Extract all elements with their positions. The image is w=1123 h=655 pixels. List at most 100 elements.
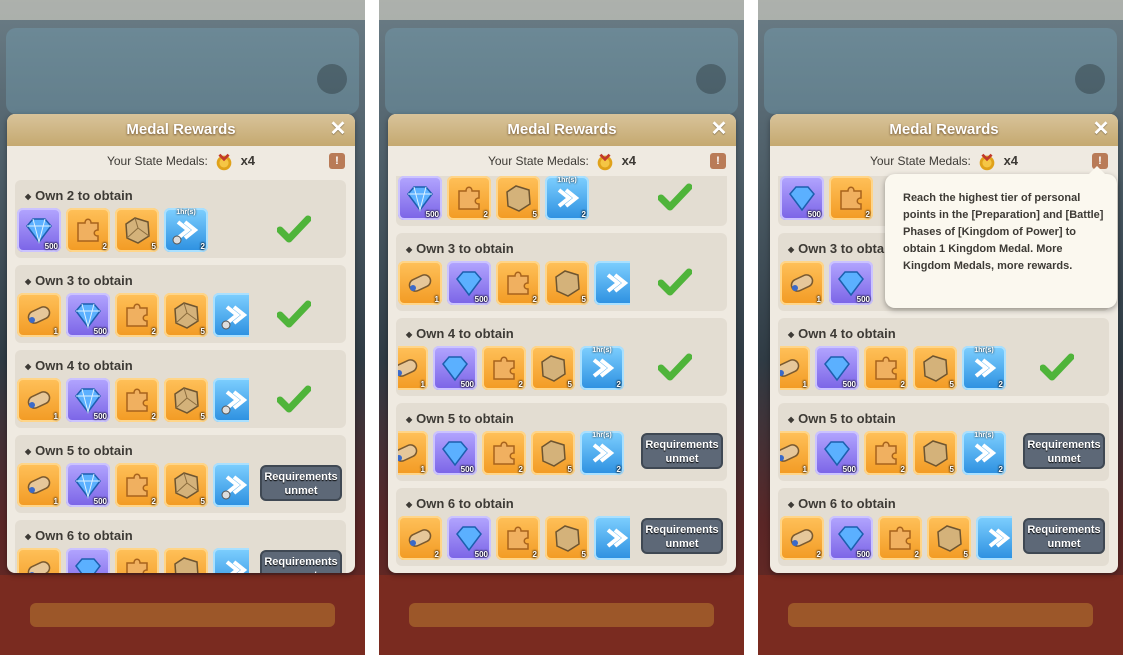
- reward-item[interactable]: 1hr(s) 2: [580, 346, 624, 390]
- reward-item[interactable]: 5: [164, 378, 208, 422]
- close-button[interactable]: ✕: [329, 119, 347, 139]
- reward-item[interactable]: 5: [913, 431, 957, 475]
- bullet-icon: ◆: [406, 415, 413, 425]
- reward-item[interactable]: [115, 548, 159, 573]
- item-quantity: 1: [420, 465, 425, 474]
- close-button[interactable]: ✕: [1092, 119, 1110, 139]
- requirements-unmet-button[interactable]: Requirements unmet: [260, 465, 342, 501]
- claimed-check-icon: [1040, 353, 1074, 381]
- reward-item[interactable]: 2: [482, 431, 526, 475]
- puzzle-piece-icon: [875, 356, 897, 380]
- reward-item[interactable]: 2: [66, 208, 110, 252]
- claimed-check-icon: [277, 215, 311, 243]
- reward-item[interactable]: [17, 548, 61, 573]
- stone-chunk-icon: [174, 557, 199, 573]
- reward-item[interactable]: [213, 463, 249, 507]
- info-button[interactable]: !: [329, 153, 345, 169]
- reward-item[interactable]: 2: [496, 261, 540, 305]
- reward-item[interactable]: [594, 516, 630, 560]
- item-quantity: 2: [532, 295, 537, 304]
- reward-item[interactable]: 5: [545, 261, 589, 305]
- reward-item[interactable]: [213, 548, 249, 573]
- reward-item[interactable]: 1: [780, 431, 810, 475]
- requirements-unmet-button[interactable]: Requirements unmet: [1023, 433, 1105, 469]
- reward-item[interactable]: 5: [164, 293, 208, 337]
- reward-item[interactable]: 500: [398, 176, 442, 220]
- requirements-unmet-button[interactable]: Requirements unmet: [260, 550, 342, 573]
- reward-item[interactable]: 500: [447, 516, 491, 560]
- puzzle-piece-icon: [126, 473, 148, 497]
- reward-item[interactable]: 2: [115, 463, 159, 507]
- reward-item[interactable]: 1: [780, 346, 810, 390]
- reward-item[interactable]: 5: [927, 516, 971, 560]
- reward-item[interactable]: [594, 261, 630, 305]
- reward-item[interactable]: 5: [531, 346, 575, 390]
- reward-item[interactable]: 500: [829, 516, 873, 560]
- reward-item[interactable]: 5: [164, 463, 208, 507]
- reward-item[interactable]: [976, 516, 1012, 560]
- reward-item[interactable]: 1: [17, 463, 61, 507]
- tier-list[interactable]: 500 2 5 1hr(s) 2 ◆ Own 3 to obtain 1 500 2…: [388, 176, 736, 573]
- reward-item[interactable]: 2: [780, 516, 824, 560]
- reward-item[interactable]: 500: [66, 463, 110, 507]
- reward-item[interactable]: [164, 548, 208, 573]
- tier-list[interactable]: ◆ Own 2 to obtain 500 2 5 1hr(s) 2 ◆ Own 3 …: [7, 176, 355, 573]
- reward-item[interactable]: 500: [447, 261, 491, 305]
- tier-label-text: Own 3 to obtain: [798, 241, 896, 256]
- reward-item[interactable]: 1hr(s) 2: [545, 176, 589, 220]
- reward-item[interactable]: [213, 293, 249, 337]
- reward-item[interactable]: 2: [398, 516, 442, 560]
- tier-label: ◆ Own 5 to obtain: [25, 443, 133, 458]
- reward-item[interactable]: 2: [864, 346, 908, 390]
- close-button[interactable]: ✕: [710, 119, 728, 139]
- reward-item[interactable]: 1: [398, 261, 442, 305]
- reward-item[interactable]: 1hr(s) 2: [962, 346, 1006, 390]
- requirements-unmet-button[interactable]: Requirements unmet: [641, 518, 723, 554]
- reward-item[interactable]: 1: [398, 346, 428, 390]
- reward-item[interactable]: 500: [829, 261, 873, 305]
- reward-item[interactable]: 2: [115, 378, 159, 422]
- reward-item[interactable]: 1hr(s) 2: [164, 208, 208, 252]
- reward-item[interactable]: 2: [864, 431, 908, 475]
- reward-item[interactable]: 500: [433, 431, 477, 475]
- info-button[interactable]: !: [710, 153, 726, 169]
- reward-items: 1 500 2 5 1hr(s) 2: [398, 346, 630, 392]
- item-quantity: 1: [816, 295, 821, 304]
- reward-item[interactable]: 2: [878, 516, 922, 560]
- reward-item[interactable]: 500: [815, 346, 859, 390]
- reward-item[interactable]: 5: [496, 176, 540, 220]
- reward-item[interactable]: 2: [829, 176, 873, 220]
- reward-item[interactable]: 1: [398, 431, 428, 475]
- reward-item[interactable]: 500: [815, 431, 859, 475]
- reward-item[interactable]: 2: [482, 346, 526, 390]
- reward-item[interactable]: [213, 378, 249, 422]
- reward-item[interactable]: 5: [531, 431, 575, 475]
- reward-item[interactable]: 1hr(s) 2: [580, 431, 624, 475]
- reward-item[interactable]: 1: [17, 293, 61, 337]
- screenshot-panel-2: Medal Rewards ✕ Your State Medals: x4 ! …: [379, 0, 744, 655]
- claimed-check-icon: [277, 300, 311, 328]
- reward-item[interactable]: 2: [496, 516, 540, 560]
- reward-item[interactable]: 500: [66, 293, 110, 337]
- reward-item[interactable]: 1hr(s) 2: [962, 431, 1006, 475]
- reward-item[interactable]: 500: [433, 346, 477, 390]
- reward-item[interactable]: [66, 548, 110, 573]
- speedup-icon: [606, 273, 629, 293]
- reward-item[interactable]: 2: [115, 293, 159, 337]
- requirements-unmet-button[interactable]: Requirements unmet: [641, 433, 723, 469]
- item-quantity: 1: [434, 295, 439, 304]
- reward-item[interactable]: 5: [115, 208, 159, 252]
- reward-item[interactable]: 5: [545, 516, 589, 560]
- reward-item[interactable]: 1: [17, 378, 61, 422]
- reward-item[interactable]: 1: [780, 261, 824, 305]
- reward-item[interactable]: 5: [913, 346, 957, 390]
- bullet-icon: ◆: [788, 330, 795, 340]
- reward-item[interactable]: 500: [780, 176, 824, 220]
- tier-card: 500 2 5 1hr(s) 2: [396, 176, 727, 226]
- requirements-unmet-button[interactable]: Requirements unmet: [1023, 518, 1105, 554]
- claimed-check-icon: [658, 353, 692, 381]
- reward-item[interactable]: 500: [66, 378, 110, 422]
- reward-item[interactable]: 2: [447, 176, 491, 220]
- stone-chunk-icon: [506, 185, 531, 212]
- reward-item[interactable]: 500: [17, 208, 61, 252]
